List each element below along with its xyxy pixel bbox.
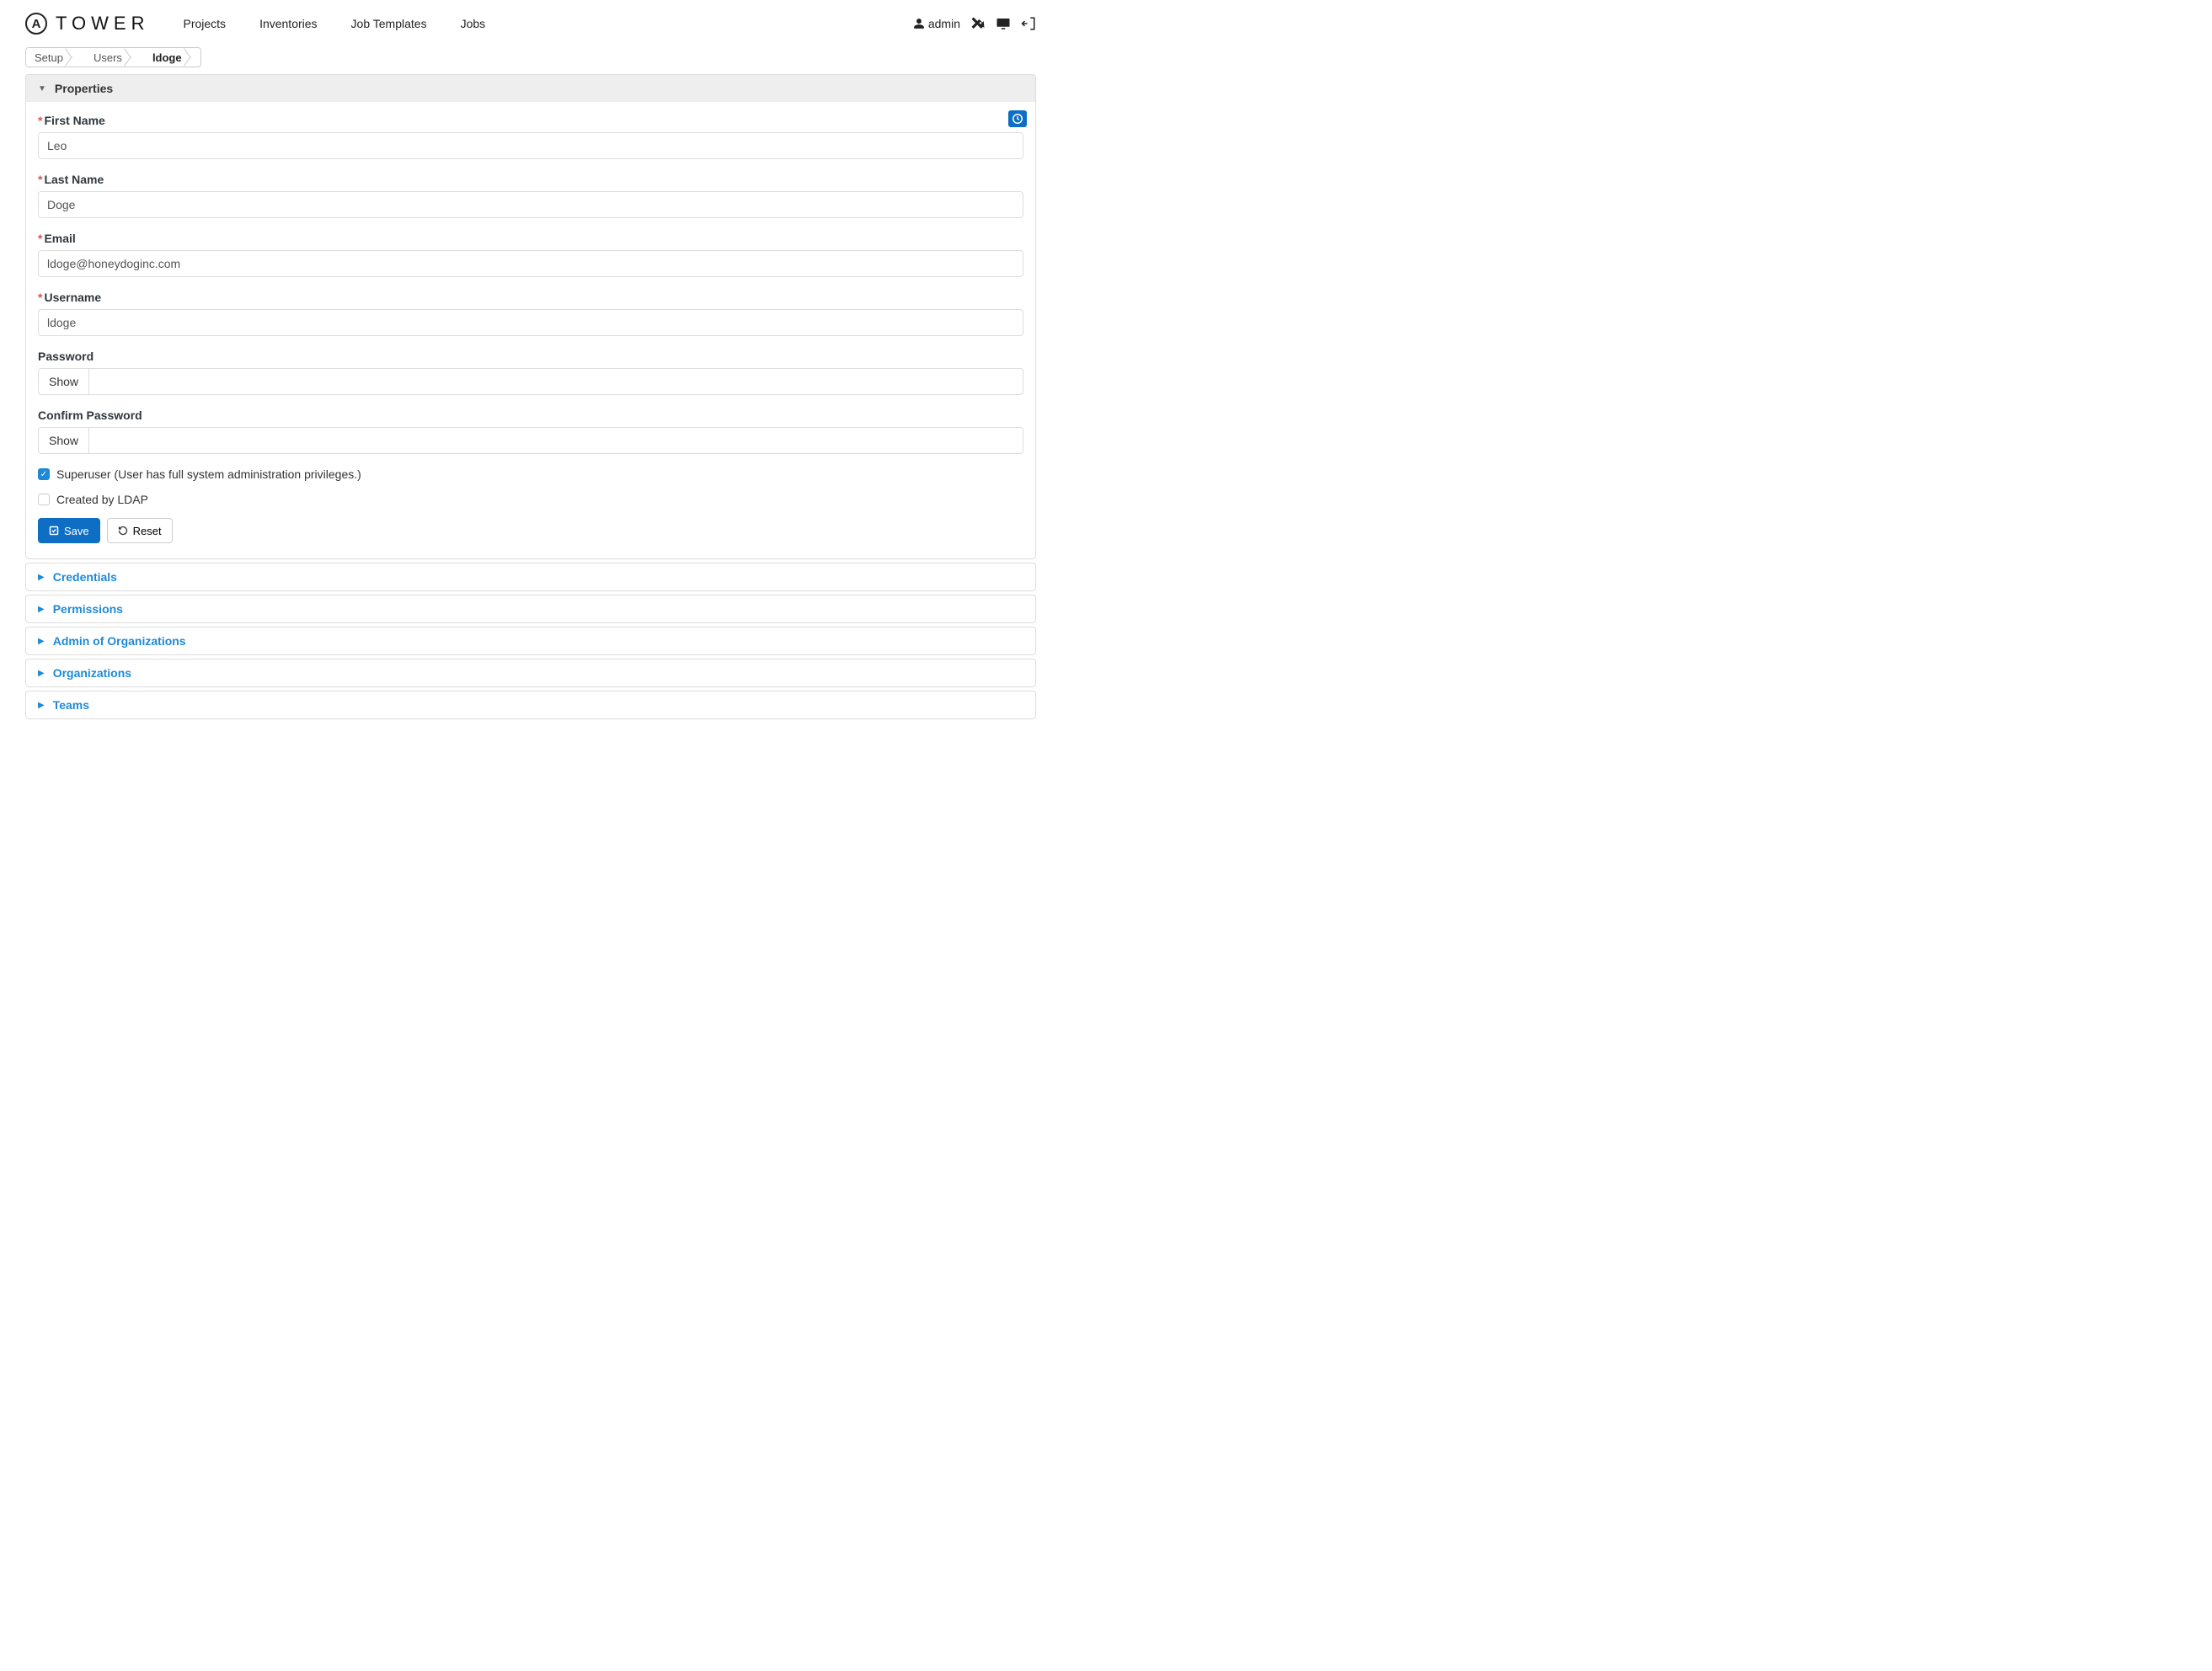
- required-marker: *: [38, 291, 42, 304]
- ldap-checkbox[interactable]: [38, 494, 50, 505]
- form-group-confirm-password: Confirm Password Show: [38, 408, 1023, 454]
- confirm-password-input-group: Show: [38, 427, 1023, 454]
- properties-panel-title: Properties: [55, 82, 113, 95]
- superuser-label: Superuser (User has full system administ…: [56, 467, 361, 481]
- sub-panel-link[interactable]: Teams: [53, 698, 89, 712]
- monitor-icon[interactable]: [996, 16, 1011, 31]
- sub-panel-link[interactable]: Credentials: [53, 570, 117, 584]
- username-label: *Username: [38, 291, 1023, 304]
- nav-right: admin: [913, 16, 1036, 31]
- breadcrumb: Setup Users ldoge: [25, 47, 201, 67]
- breadcrumb-separator: [72, 48, 82, 67]
- save-button[interactable]: Save: [38, 518, 100, 543]
- username-input[interactable]: [38, 309, 1023, 336]
- password-input-group: Show: [38, 368, 1023, 395]
- undo-icon: [118, 526, 128, 536]
- confirm-password-input[interactable]: [88, 427, 1023, 454]
- email-input[interactable]: [38, 250, 1023, 277]
- required-marker: *: [38, 232, 42, 245]
- sub-panel-admin-orgs[interactable]: ▶ Admin of Organizations: [25, 627, 1036, 655]
- breadcrumb-item-users[interactable]: Users: [82, 48, 131, 67]
- brand-name: TOWER: [56, 13, 149, 35]
- user-icon: [913, 18, 925, 29]
- form-group-email: *Email: [38, 232, 1023, 277]
- nav-link-projects[interactable]: Projects: [183, 17, 226, 30]
- breadcrumb-label: Setup: [35, 51, 63, 64]
- activity-stream-button[interactable]: [1008, 110, 1027, 127]
- form-group-password: Password Show: [38, 350, 1023, 395]
- caret-right-icon: ▶: [38, 573, 45, 582]
- brand-logo-icon: A: [25, 13, 47, 35]
- nav-link-inventories[interactable]: Inventories: [259, 17, 317, 30]
- brand[interactable]: A TOWER: [25, 13, 149, 35]
- save-button-label: Save: [64, 525, 89, 537]
- breadcrumb-separator: [190, 48, 200, 67]
- nav-link-job-templates[interactable]: Job Templates: [351, 17, 427, 30]
- password-input[interactable]: [88, 368, 1023, 395]
- logout-icon[interactable]: [1021, 16, 1036, 31]
- confirm-password-show-button[interactable]: Show: [38, 427, 88, 454]
- caret-down-icon: ▼: [38, 84, 46, 93]
- ldap-checkbox-row[interactable]: Created by LDAP: [38, 493, 1023, 506]
- email-label: *Email: [38, 232, 1023, 245]
- label-text: Email: [44, 232, 75, 245]
- first-name-label: *First Name: [38, 114, 1023, 127]
- breadcrumb-item-current: ldoge: [141, 48, 190, 67]
- last-name-label: *Last Name: [38, 173, 1023, 186]
- label-text: First Name: [44, 114, 104, 127]
- reset-button-label: Reset: [133, 525, 162, 537]
- password-label: Password: [38, 350, 1023, 363]
- first-name-input[interactable]: [38, 132, 1023, 159]
- form-buttons: Save Reset: [38, 518, 1023, 543]
- password-show-button[interactable]: Show: [38, 368, 88, 395]
- check-icon: [49, 526, 59, 536]
- sub-panel-teams[interactable]: ▶ Teams: [25, 691, 1036, 719]
- clock-icon: [1012, 113, 1023, 125]
- last-name-input[interactable]: [38, 191, 1023, 218]
- sub-panel-permissions[interactable]: ▶ Permissions: [25, 595, 1036, 623]
- reset-button[interactable]: Reset: [107, 518, 173, 543]
- caret-right-icon: ▶: [38, 701, 45, 710]
- nav-user[interactable]: admin: [913, 17, 960, 30]
- required-marker: *: [38, 173, 42, 186]
- top-navbar: A TOWER Projects Inventories Job Templat…: [0, 0, 1061, 47]
- ldap-label: Created by LDAP: [56, 493, 148, 506]
- breadcrumb-bar: Setup Users ldoge: [0, 47, 1061, 74]
- caret-right-icon: ▶: [38, 605, 45, 614]
- sub-panel-link[interactable]: Organizations: [53, 666, 131, 680]
- breadcrumb-label: Users: [94, 51, 122, 64]
- nav-link-jobs[interactable]: Jobs: [461, 17, 486, 30]
- label-text: Username: [44, 291, 101, 304]
- nav-user-name: admin: [928, 17, 960, 30]
- superuser-checkbox[interactable]: ✓: [38, 468, 50, 480]
- sub-panel-link[interactable]: Permissions: [53, 602, 123, 616]
- properties-panel: ▼ Properties *First Name *Last Name: [25, 74, 1036, 559]
- required-marker: *: [38, 114, 42, 127]
- sub-panel-link[interactable]: Admin of Organizations: [53, 634, 186, 648]
- form-group-username: *Username: [38, 291, 1023, 336]
- nav-links: Projects Inventories Job Templates Jobs: [183, 17, 485, 30]
- form-group-first-name: *First Name: [38, 114, 1023, 159]
- properties-panel-header[interactable]: ▼ Properties: [26, 75, 1035, 102]
- settings-icon[interactable]: [970, 16, 986, 31]
- confirm-password-label: Confirm Password: [38, 408, 1023, 422]
- caret-right-icon: ▶: [38, 669, 45, 678]
- superuser-checkbox-row[interactable]: ✓ Superuser (User has full system admini…: [38, 467, 1023, 481]
- brand-logo-letter: A: [32, 17, 41, 31]
- form-group-last-name: *Last Name: [38, 173, 1023, 218]
- breadcrumb-label: ldoge: [152, 51, 182, 64]
- caret-right-icon: ▶: [38, 637, 45, 646]
- page-content: ▼ Properties *First Name *Last Name: [0, 74, 1061, 736]
- breadcrumb-item-setup[interactable]: Setup: [26, 48, 72, 67]
- properties-panel-body: *First Name *Last Name *Email: [26, 102, 1035, 558]
- sub-panel-credentials[interactable]: ▶ Credentials: [25, 563, 1036, 591]
- breadcrumb-separator: [131, 48, 141, 67]
- label-text: Last Name: [44, 173, 104, 186]
- sub-panel-organizations[interactable]: ▶ Organizations: [25, 659, 1036, 687]
